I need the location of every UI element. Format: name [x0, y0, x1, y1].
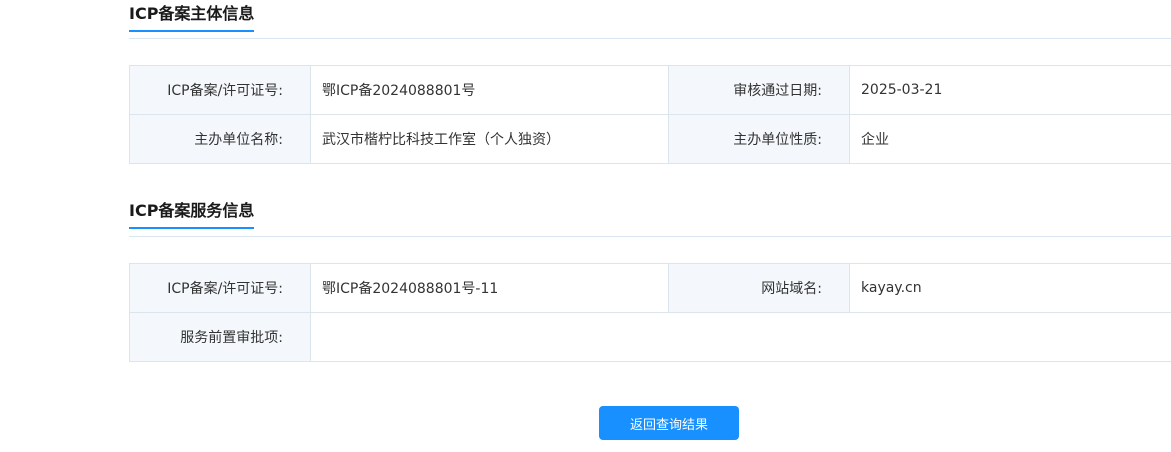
table-row: ICP备案/许可证号: 鄂ICP备2024088801号 审核通过日期: 202… [129, 65, 1171, 115]
audit-date-label: 审核通过日期: [668, 65, 850, 115]
domain-value: kayay.cn [849, 263, 1171, 313]
org-name-value: 武汉市楷柠比科技工作室（个人独资） [310, 114, 669, 164]
subject-license-value: 鄂ICP备2024088801号 [310, 65, 669, 115]
org-type-value: 企业 [849, 114, 1171, 164]
subject-license-label: ICP备案/许可证号: [129, 65, 311, 115]
back-to-results-button[interactable]: 返回查询结果 [599, 406, 739, 440]
service-section-title: ICP备案服务信息 [129, 197, 255, 229]
service-title-underline [129, 227, 255, 229]
icp-detail-page: ICP备案主体信息 ICP备案/许可证号: 鄂ICP备2024088801号 审… [0, 0, 1171, 452]
table-row: 主办单位名称: 武汉市楷柠比科技工作室（个人独资） 主办单位性质: 企业 [129, 114, 1171, 164]
preapproval-value [310, 312, 1171, 362]
org-type-label: 主办单位性质: [668, 114, 850, 164]
service-license-label: ICP备案/许可证号: [129, 263, 311, 313]
subject-section-divider [129, 38, 1171, 39]
domain-label: 网站域名: [668, 263, 850, 313]
service-info-table: ICP备案/许可证号: 鄂ICP备2024088801号-11 网站域名: ka… [129, 263, 1171, 362]
subject-title-underline [129, 30, 255, 32]
service-license-value: 鄂ICP备2024088801号-11 [310, 263, 669, 313]
subject-info-table: ICP备案/许可证号: 鄂ICP备2024088801号 审核通过日期: 202… [129, 65, 1171, 164]
org-name-label: 主办单位名称: [129, 114, 311, 164]
preapproval-label: 服务前置审批项: [129, 312, 311, 362]
table-row: 服务前置审批项: [129, 312, 1171, 362]
table-row: ICP备案/许可证号: 鄂ICP备2024088801号-11 网站域名: ka… [129, 263, 1171, 313]
subject-section-title-text: ICP备案主体信息 [129, 4, 255, 23]
subject-section-title: ICP备案主体信息 [129, 0, 255, 32]
service-section-title-text: ICP备案服务信息 [129, 201, 255, 220]
service-section-divider [129, 236, 1171, 237]
audit-date-value: 2025-03-21 [849, 65, 1171, 115]
